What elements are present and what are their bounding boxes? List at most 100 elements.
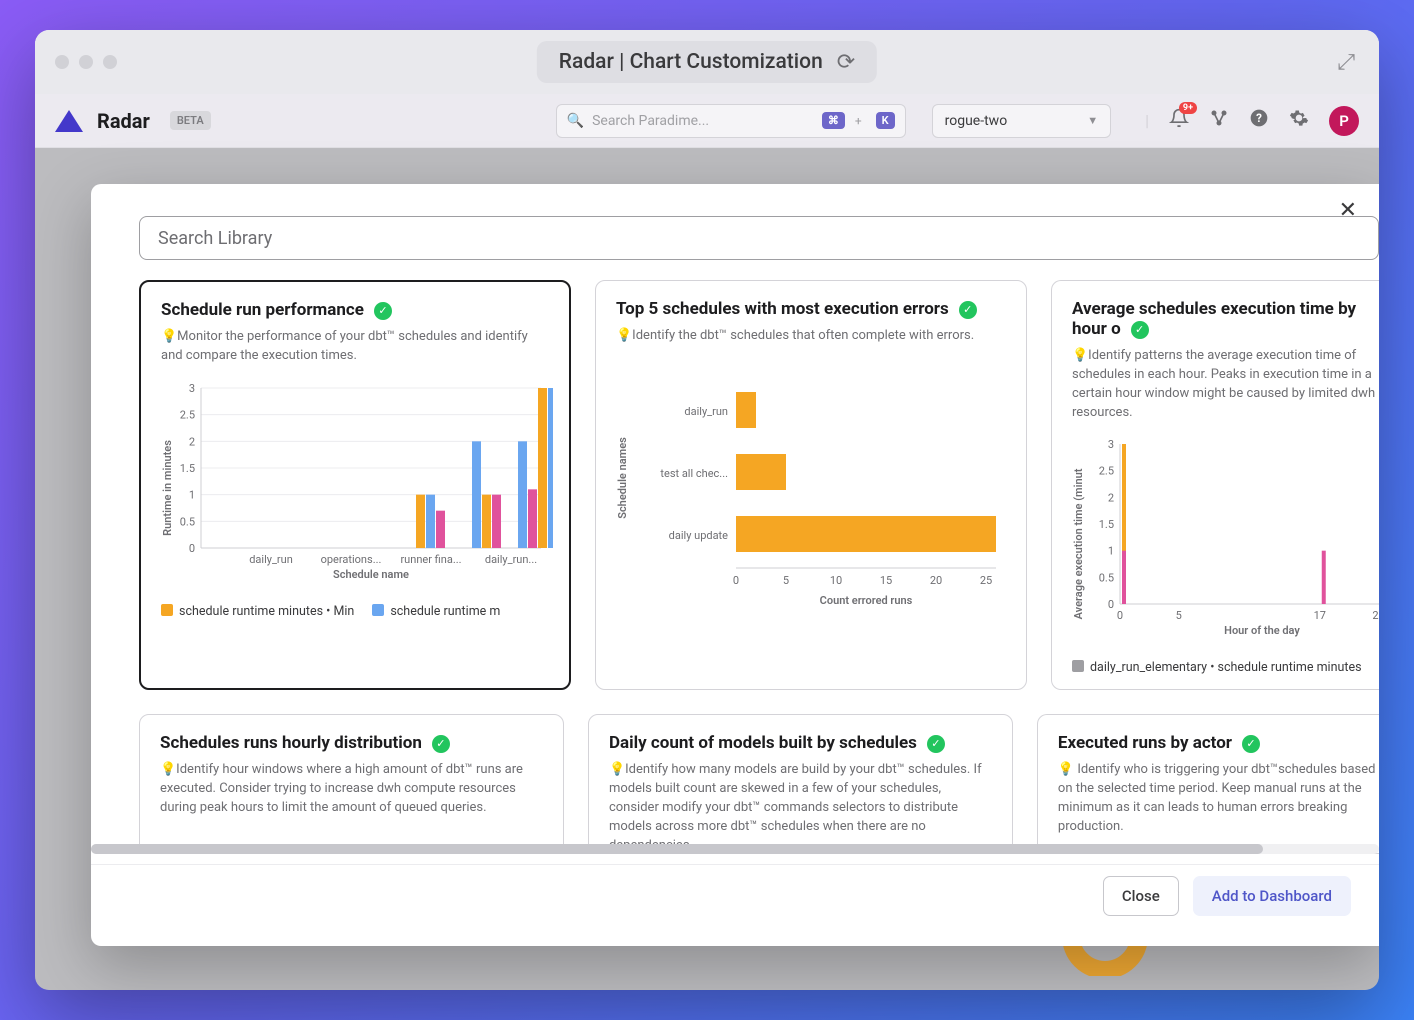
svg-text:10: 10 (830, 574, 842, 587)
svg-text:2.5: 2.5 (180, 408, 195, 421)
modal-footer: Close Add to Dashboard (91, 864, 1379, 926)
card-title: Schedules runs hourly distribution (160, 733, 422, 753)
check-icon: ✓ (374, 302, 392, 320)
library-card-executed-by-actor[interactable]: Executed runs by actor ✓ 💡 Identify who … (1037, 714, 1379, 854)
kbd-shortcut: ⌘ (822, 112, 845, 129)
app-topbar: Radar BETA 🔍 Search Paradime... ⌘ + K ro… (35, 94, 1379, 148)
legend-swatch (161, 604, 173, 616)
traffic-max[interactable] (103, 55, 117, 69)
horizontal-scrollbar[interactable] (91, 844, 1379, 854)
scrollbar-thumb[interactable] (91, 844, 1263, 854)
svg-text:3: 3 (1108, 438, 1114, 451)
check-icon: ✓ (1131, 321, 1149, 339)
svg-text:5: 5 (1176, 609, 1182, 622)
card-desc: 💡 Identify who is triggering your dbt™sc… (1058, 761, 1379, 836)
svg-text:25: 25 (980, 574, 992, 587)
graph-icon[interactable] (1209, 108, 1229, 133)
card-title: Schedule run performance (161, 300, 364, 320)
close-icon[interactable]: ✕ (1339, 198, 1357, 223)
card-desc: 💡Identify how many models are build by y… (609, 761, 992, 854)
traffic-close[interactable] (55, 55, 69, 69)
svg-text:Count errored runs: Count errored runs (820, 594, 913, 607)
library-card-daily-model-count[interactable]: Daily count of models built by schedules… (588, 714, 1013, 854)
library-card-schedule-run-performance[interactable]: Schedule run performance ✓ 💡Monitor the … (139, 280, 571, 690)
kbd-k: K (876, 112, 895, 129)
svg-text:test all chec...: test all chec... (660, 467, 728, 480)
svg-text:?: ? (1256, 111, 1262, 125)
traffic-lights (55, 55, 117, 69)
svg-text:1: 1 (189, 488, 195, 501)
avatar[interactable]: P (1329, 106, 1359, 136)
notifications-icon[interactable]: 9+ (1169, 108, 1189, 133)
svg-text:0: 0 (733, 574, 739, 587)
environment-select[interactable]: rogue-two ▼ (932, 104, 1111, 138)
svg-text:daily update: daily update (669, 529, 728, 542)
svg-text:1.5: 1.5 (1099, 518, 1114, 531)
chart-svg: Runtime in minutes 00.511.522.53 daily_r… (161, 378, 553, 583)
svg-text:daily_run...: daily_run... (485, 553, 537, 566)
svg-text:15: 15 (880, 574, 892, 587)
browser-title: Radar | Chart Customization (559, 50, 823, 74)
check-icon: ✓ (927, 735, 945, 753)
svg-text:Runtime in minutes: Runtime in minutes (161, 439, 174, 535)
svg-text:Schedule names: Schedule names (616, 437, 629, 519)
browser-window: Radar | Chart Customization ⟳ ⤢ Radar BE… (35, 30, 1379, 990)
card-title: Top 5 schedules with most execution erro… (616, 299, 949, 319)
browser-chrome: Radar | Chart Customization ⟳ ⤢ (35, 30, 1379, 94)
library-card-hourly-distribution[interactable]: Schedules runs hourly distribution ✓ 💡Id… (139, 714, 564, 854)
close-button[interactable]: Close (1103, 876, 1179, 916)
logo-icon (55, 110, 83, 132)
svg-text:5: 5 (783, 574, 789, 587)
check-icon: ✓ (959, 301, 977, 319)
svg-text:Hour of the day: Hour of the day (1224, 624, 1300, 637)
app-name: Radar (97, 109, 150, 133)
chevron-down-icon: ▼ (1087, 114, 1098, 127)
bell-badge: 9+ (1179, 102, 1197, 114)
svg-text:17: 17 (1314, 609, 1326, 622)
check-icon: ✓ (1242, 735, 1260, 753)
svg-text:runner fina...: runner fina... (400, 553, 461, 566)
legend-swatch (372, 604, 384, 616)
svg-text:daily_run: daily_run (684, 405, 728, 418)
svg-text:0: 0 (1117, 609, 1123, 622)
card-title: Daily count of models built by schedules (609, 733, 917, 753)
svg-text:2: 2 (189, 435, 195, 448)
library-card-top-errors[interactable]: Top 5 schedules with most execution erro… (595, 280, 1027, 690)
svg-text:0: 0 (1108, 598, 1114, 611)
legend-swatch (1072, 660, 1084, 672)
svg-text:Schedule name: Schedule name (333, 568, 409, 581)
settings-icon[interactable] (1289, 108, 1309, 133)
svg-text:22: 22 (1372, 609, 1379, 622)
card-desc: 💡Identify hour windows where a high amou… (160, 761, 543, 818)
add-to-dashboard-button[interactable]: Add to Dashboard (1193, 876, 1351, 916)
traffic-min[interactable] (79, 55, 93, 69)
expand-icon[interactable]: ⤢ (1337, 50, 1355, 75)
search-placeholder: Search Paradime... (592, 113, 814, 129)
kbd-plus: + (855, 114, 862, 128)
global-search[interactable]: 🔍 Search Paradime... ⌘ + K (556, 104, 906, 138)
svg-text:Average execution time (minut: Average execution time (minut (1072, 469, 1085, 620)
check-icon: ✓ (432, 735, 450, 753)
card-desc: 💡Monitor the performance of your dbt™ sc… (161, 328, 549, 366)
svg-text:1: 1 (1108, 545, 1114, 558)
library-card-avg-exec-by-hour[interactable]: Average schedules execution time by hour… (1051, 280, 1379, 690)
chart-library-modal: ✕ Search Library Schedule run performanc… (91, 184, 1379, 946)
beta-badge: BETA (170, 111, 211, 130)
svg-text:0.5: 0.5 (180, 515, 195, 528)
reload-icon[interactable]: ⟳ (837, 50, 855, 75)
svg-text:daily_run: daily_run (249, 553, 293, 566)
card-desc: 💡Identify the dbt™ schedules that often … (616, 327, 1006, 346)
card-title: Average schedules execution time by hour… (1072, 299, 1356, 339)
svg-text:3: 3 (189, 382, 195, 395)
browser-title-pill: Radar | Chart Customization ⟳ (537, 41, 877, 83)
library-search-input[interactable]: Search Library (139, 216, 1379, 260)
chart-svg: Average execution time (minut 00.511.522… (1072, 434, 1379, 639)
svg-text:2.5: 2.5 (1099, 465, 1114, 478)
svg-text:2: 2 (1108, 492, 1114, 505)
help-icon[interactable]: ? (1249, 108, 1269, 133)
env-value: rogue-two (945, 113, 1008, 129)
topbar-icons: | 9+ ? P (1145, 106, 1359, 136)
cards-scroll: Schedule run performance ✓ 💡Monitor the … (91, 280, 1379, 854)
svg-text:1.5: 1.5 (180, 462, 195, 475)
svg-text:operations...: operations... (321, 553, 382, 566)
